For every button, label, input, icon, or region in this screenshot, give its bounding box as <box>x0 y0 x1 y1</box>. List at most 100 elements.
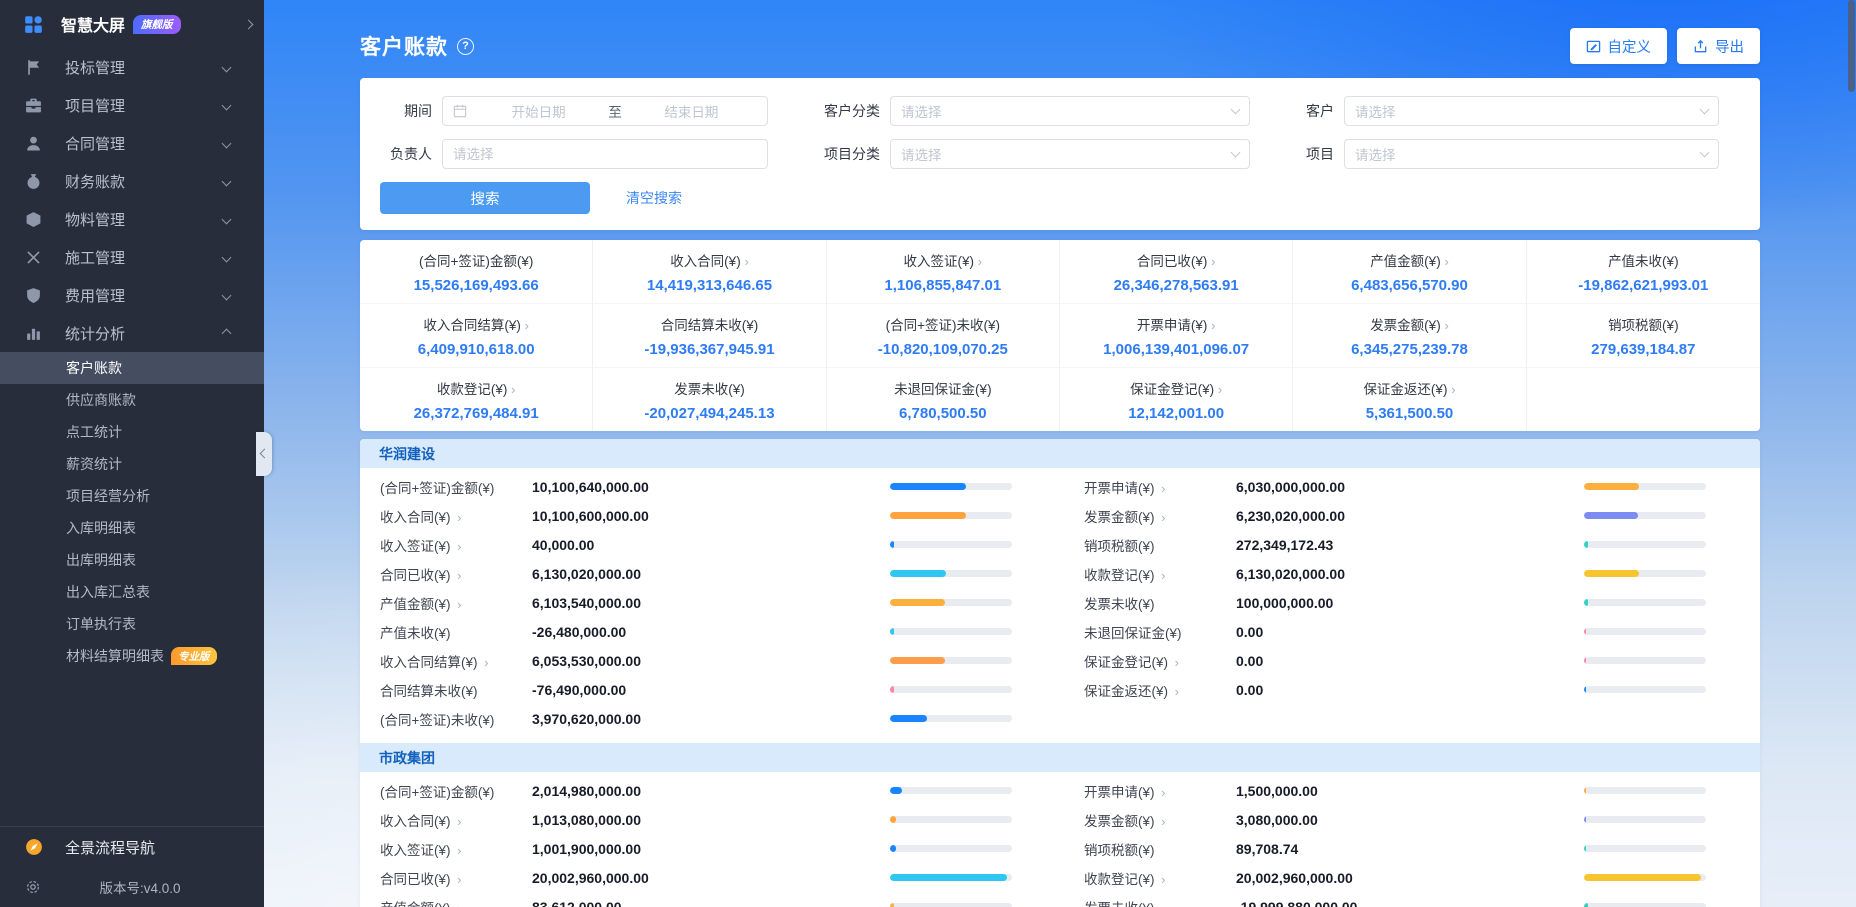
metric-row: 收入合同结算(¥) › 6,053,530,000.00 <box>380 646 1012 675</box>
panorama-nav-item[interactable]: 全景流程导航 <box>0 827 264 867</box>
metric-label[interactable]: 发票金额(¥) › <box>1084 506 1236 526</box>
metric-row: (合同+签证)未收(¥) 3,970,620,000.00 <box>380 704 1012 733</box>
stat-value: -20,027,494,245.13 <box>644 405 775 422</box>
metric-label[interactable]: 收入合同(¥) › <box>380 810 532 830</box>
metric-label[interactable]: 开票申请(¥) › <box>1084 781 1236 801</box>
metric-row: 收入合同(¥) › 10,100,600,000.00 <box>380 501 1012 530</box>
help-icon[interactable]: ? <box>457 37 474 55</box>
summary-stat[interactable]: 发票金额(¥) › 6,345,275,239.78 <box>1293 304 1527 368</box>
sidebar-item-flag[interactable]: 投标管理 <box>0 48 264 86</box>
export-button[interactable]: 导出 <box>1677 28 1760 64</box>
metric-label[interactable]: 收入签证(¥) › <box>380 839 532 859</box>
metric-label[interactable]: 收入签证(¥) › <box>380 535 532 555</box>
shield-icon <box>25 287 42 304</box>
sidebar-subitem-9[interactable]: 材料结算明细表 专业版 <box>0 640 264 672</box>
sidebar-subitem-2[interactable]: 点工统计 <box>0 416 264 448</box>
sidebar-item-chart[interactable]: 统计分析 <box>0 314 264 352</box>
metric-bar <box>1584 816 1706 823</box>
metric-label[interactable]: 产值金额(¥) › <box>380 593 532 613</box>
sidebar-item-shield[interactable]: 费用管理 <box>0 276 264 314</box>
project-category-select[interactable]: 请选择 <box>890 139 1250 169</box>
chevron-right-icon: › <box>1211 254 1216 269</box>
sidebar-item-label: 物料管理 <box>65 211 126 229</box>
metric-label[interactable]: 发票金额(¥) › <box>1084 810 1236 830</box>
date-range-picker[interactable]: 开始日期 至 结束日期 <box>442 96 768 126</box>
box-icon <box>25 211 42 228</box>
summary-stat[interactable]: 产值金额(¥) › 6,483,656,570.90 <box>1293 240 1527 304</box>
chevron-right-icon: › <box>1157 871 1166 887</box>
sidebar-item-money-bag[interactable]: 财务账款 <box>0 162 264 200</box>
sidebar-subitem-8[interactable]: 订单执行表 <box>0 608 264 640</box>
sidebar-subitem-1[interactable]: 供应商账款 <box>0 384 264 416</box>
metric-label[interactable]: 收入合同结算(¥) › <box>380 651 532 671</box>
summary-stat[interactable]: 开票申请(¥) › 1,006,139,401,096.07 <box>1059 304 1294 368</box>
metric-bar <box>890 599 1012 606</box>
summary-stat[interactable]: 收入合同(¥) › 14,419,313,646.65 <box>593 240 827 304</box>
sidebar-subitem-4[interactable]: 项目经营分析 <box>0 480 264 512</box>
sidebar-subitem-6[interactable]: 出库明细表 <box>0 544 264 576</box>
company-col-right: 开票申请(¥) › 1,500,000.00 发票金额(¥) › 3,080,000.… <box>1084 776 1740 907</box>
metric-value: 0.00 <box>1236 681 1264 698</box>
customer-select[interactable]: 请选择 <box>1344 96 1719 126</box>
sidebar-subitem-3[interactable]: 薪资统计 <box>0 448 264 480</box>
detail-card: 华润建设 (合同+签证)金额(¥) 10,100,640,000.00 收入合同(¥)… <box>360 439 1760 907</box>
summary-stat[interactable]: 保证金返还(¥) › 5,361,500.50 <box>1293 368 1527 431</box>
app-logo[interactable]: 智慧大屏 旗舰版 <box>0 0 264 48</box>
metric-label[interactable]: 收入合同(¥) › <box>380 506 532 526</box>
sidebar-collapse-handle[interactable] <box>256 431 272 476</box>
sidebar-subitem-0[interactable]: 客户账款 <box>0 352 264 384</box>
metric-bar <box>1584 628 1706 635</box>
sidebar-subitem-7[interactable]: 出入库汇总表 <box>0 576 264 608</box>
chevron-down-icon <box>1230 104 1241 115</box>
sidebar-subitem-5[interactable]: 入库明细表 <box>0 512 264 544</box>
metric-value: 40,000.00 <box>532 536 595 553</box>
metric-row: 保证金返还(¥) › 0.00 <box>1084 675 1706 704</box>
metric-label[interactable]: 保证金登记(¥) › <box>1084 651 1236 671</box>
chevron-right-icon: › <box>453 842 462 858</box>
summary-stat[interactable]: 保证金登记(¥) › 12,142,001.00 <box>1060 368 1294 431</box>
chevron-right-icon: › <box>977 254 983 269</box>
sidebar-item-box[interactable]: 物料管理 <box>0 200 264 238</box>
project-select[interactable]: 请选择 <box>1344 139 1719 169</box>
metric-label[interactable]: 合同已收(¥) › <box>380 868 532 888</box>
metric-label[interactable]: 开票申请(¥) › <box>1084 477 1236 497</box>
metric-value: 89,708.74 <box>1236 840 1299 857</box>
summary-stat[interactable]: 合同已收(¥) › 26,346,278,563.91 <box>1059 240 1294 304</box>
sidebar-subitem-label: 项目经营分析 <box>66 488 150 504</box>
summary-stat[interactable]: 收款登记(¥) › 26,372,769,484.91 <box>360 368 594 431</box>
chevron-left-icon <box>259 448 269 459</box>
metric-label[interactable]: 产值金额(¥) › <box>380 897 532 907</box>
search-button[interactable]: 搜索 <box>380 182 590 214</box>
metric-row: 销项税额(¥) 89,708.74 <box>1084 834 1706 863</box>
metric-row: 发票未收(¥) 100,000,000.00 <box>1084 588 1706 617</box>
panorama-nav-label: 全景流程导航 <box>65 839 156 857</box>
filter-panel: 期间 开始日期 至 结束日期 客户分类 请选择 客户 请选择 负责人 请选择 项… <box>360 78 1760 230</box>
metric-row: 开票申请(¥) › 1,500,000.00 <box>1084 776 1706 805</box>
summary-grid: (合同+签证)金额(¥) 15,526,169,493.66 收入合同(¥) › 14… <box>360 240 1760 431</box>
summary-stat[interactable]: 收入签证(¥) › 1,106,855,847.01 <box>826 240 1060 304</box>
stat-value: 6,345,275,239.78 <box>1351 341 1468 358</box>
metric-bar <box>1584 599 1706 606</box>
scrollbar-thumb[interactable] <box>1848 0 1855 92</box>
chevron-down-icon <box>1699 104 1710 115</box>
metric-label: 发票未收(¥) <box>1084 897 1236 907</box>
metric-label[interactable]: 收款登记(¥) › <box>1084 564 1236 584</box>
owner-input[interactable] <box>442 139 768 169</box>
sidebar-subitem-label: 材料结算明细表 <box>66 648 164 664</box>
metric-label[interactable]: 保证金返还(¥) › <box>1084 680 1236 700</box>
chevron-right-icon: › <box>453 596 462 612</box>
sidebar-item-tools[interactable]: 施工管理 <box>0 238 264 276</box>
metric-row: (合同+签证)金额(¥) 2,014,980,000.00 <box>380 776 1012 805</box>
clear-search-link[interactable]: 清空搜索 <box>626 188 682 208</box>
metric-label[interactable]: 合同已收(¥) › <box>380 564 532 584</box>
metric-label[interactable]: 收款登记(¥) › <box>1084 868 1236 888</box>
stat-value: 26,372,769,484.91 <box>413 405 539 422</box>
sidebar-item-user-card[interactable]: 合同管理 <box>0 124 264 162</box>
summary-stat[interactable]: 收入合同结算(¥) › 6,409,910,618.00 <box>360 304 594 368</box>
sidebar-item-briefcase[interactable]: 项目管理 <box>0 86 264 124</box>
chevron-down-icon <box>221 138 232 148</box>
select-placeholder: 请选择 <box>901 148 942 163</box>
customize-button[interactable]: 自定义 <box>1569 28 1667 64</box>
stat-value: 1,006,139,401,096.07 <box>1103 341 1250 358</box>
customer-category-select[interactable]: 请选择 <box>890 96 1250 126</box>
